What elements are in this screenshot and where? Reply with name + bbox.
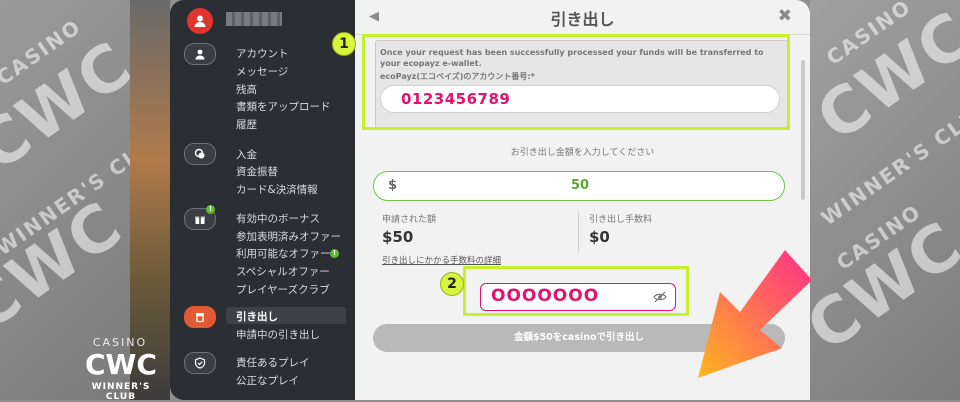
watermark-logo: CWC xyxy=(0,187,130,347)
banking-group-icon[interactable] xyxy=(184,143,216,165)
fee-label: 引き出し手数料 xyxy=(589,215,653,225)
amount-field[interactable]: $ 50 xyxy=(373,171,785,201)
password-field[interactable]: OOOOOOO xyxy=(480,283,676,311)
page-title: 引き出し xyxy=(550,10,615,29)
sidebar-item-joined-offers[interactable]: 参加表明済みオファー xyxy=(236,229,341,244)
sidebar-item-available-offers[interactable]: 利用可能なオファー xyxy=(236,246,331,261)
username-blurred xyxy=(226,12,282,26)
responsible-group-icon[interactable] xyxy=(184,352,216,374)
withdraw-group-icon[interactable] xyxy=(184,306,216,328)
sidebar-item-pending-withdrawals[interactable]: 申請中の引き出し xyxy=(236,327,320,342)
step-1-marker: 1 xyxy=(332,32,356,56)
coins-icon xyxy=(194,148,205,159)
sidebar-item-messages[interactable]: メッセージ xyxy=(236,64,288,79)
account-group-icon[interactable] xyxy=(184,43,216,65)
logo-main-text: CWC xyxy=(85,348,157,381)
requested-label: 申請された額 xyxy=(382,215,437,225)
shield-icon xyxy=(194,357,206,369)
sidebar-item-special-offers[interactable]: スペシャルオファー xyxy=(236,264,330,279)
sidebar-item-deposit[interactable]: 入金 xyxy=(236,147,257,162)
eye-slash-icon[interactable] xyxy=(653,291,667,303)
user-icon xyxy=(194,15,206,27)
background-watermark-right: CASINO CWC WINNER'S CLUB CASINO CWC xyxy=(810,0,960,400)
sidebar-item-fair-play[interactable]: 公正なプレイ xyxy=(236,373,299,388)
user-icon xyxy=(195,49,205,60)
step-2-marker: 2 xyxy=(440,272,464,296)
scrollbar[interactable] xyxy=(801,60,805,200)
sidebar-item-players-club[interactable]: プレイヤーズクラブ xyxy=(236,282,330,297)
amount-label: お引き出し金額を入力してください xyxy=(510,148,655,158)
requested-value: $50 xyxy=(382,228,414,246)
close-icon[interactable]: ✖ xyxy=(778,6,792,26)
fee-value: $0 xyxy=(589,228,610,246)
sidebar-item-history[interactable]: 履歴 xyxy=(236,117,257,132)
sidebar-item-withdraw[interactable]: 引き出し xyxy=(236,309,278,324)
account-highlight xyxy=(362,34,790,130)
password-value: OOOOOOO xyxy=(491,286,600,306)
avatar[interactable] xyxy=(187,8,213,34)
divider xyxy=(578,211,579,253)
panel-header: ◀ 引き出し ✖ xyxy=(355,0,810,35)
sidebar-item-transfer[interactable]: 資金振替 xyxy=(236,164,278,179)
sidebar-item-balance[interactable]: 残高 xyxy=(236,82,257,97)
notification-badge: ! xyxy=(330,249,339,258)
logo-sub-text: WINNER'S CLUB xyxy=(91,382,151,402)
notification-badge: ! xyxy=(206,205,215,214)
sidebar-item-upload-documents[interactable]: 書類をアップロード xyxy=(236,99,331,114)
sidebar-item-payment-info[interactable]: カード&決済情報 xyxy=(236,182,318,197)
withdraw-icon xyxy=(196,313,204,323)
brand-logo: CASINO CWC WINNER'S CLUB xyxy=(76,336,166,402)
account-sidebar: アカウント メッセージ 残高 書類をアップロード 履歴 入金 資金振替 カード&… xyxy=(170,0,355,400)
sidebar-item-account[interactable]: アカウント xyxy=(236,46,289,61)
fee-details-link[interactable]: 引き出しにかかる手数料の詳細 xyxy=(382,254,501,266)
pointer-arrow-icon xyxy=(698,250,812,378)
gift-icon xyxy=(195,216,205,224)
sidebar-item-responsible-play[interactable]: 責任あるプレイ xyxy=(236,355,310,370)
sidebar-item-active-bonus[interactable]: 有効中のボーナス xyxy=(236,211,320,226)
amount-value: 50 xyxy=(570,178,590,193)
